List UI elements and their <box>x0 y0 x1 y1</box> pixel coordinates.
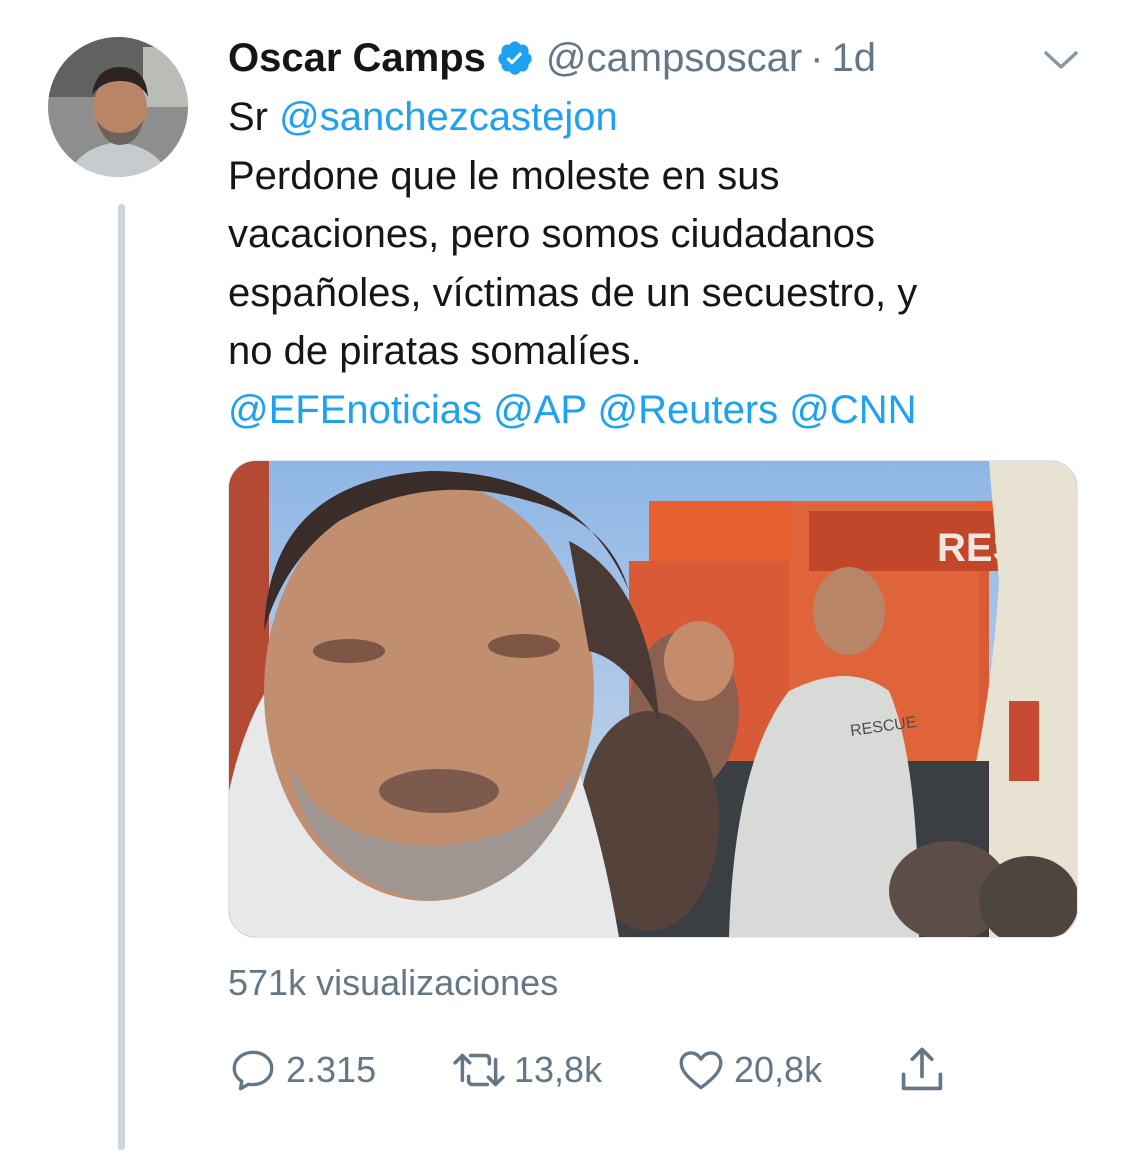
author-name[interactable]: Oscar Camps <box>228 36 486 81</box>
tweet-text-segment: Perdone que le moleste en sus <box>228 153 780 198</box>
avatar-image <box>48 37 188 177</box>
mention-link[interactable]: @sanchezcastejon <box>279 95 618 139</box>
tweet-text-segment: españoles, víctimas de un secuestro, y <box>228 270 918 315</box>
reply-icon <box>232 1050 274 1091</box>
tweet-text-line: no de piratas somalíes. <box>228 322 1088 381</box>
tweet-header: Oscar Camps @campsoscar · 1d <box>228 30 876 86</box>
tweet-text-line: vacaciones, pero somos ciudadanos <box>228 205 1088 264</box>
video-thumbnail: RES RESCUE <box>229 461 1077 937</box>
tweet-text-segment: Sr <box>228 95 280 139</box>
chevron-down-icon[interactable] <box>1040 44 1082 74</box>
like-count: 20,8k <box>734 1049 823 1090</box>
tweet-text-line: @EFEnoticias @AP @Reuters @CNN <box>228 381 1088 440</box>
tweet-actions: 2.315 13,8k 20,8k <box>228 1040 988 1100</box>
like-button[interactable]: 20,8k <box>676 1040 822 1100</box>
tweet-text-segment: vacaciones, pero somos ciudadanos <box>228 212 876 256</box>
reply-button[interactable]: 2.315 <box>228 1040 376 1100</box>
mention-link[interactable]: @EFEnoticias @AP @Reuters @CNN <box>228 388 917 432</box>
share-icon <box>901 1047 943 1091</box>
tweet-video[interactable]: RES RESCUE <box>228 460 1078 938</box>
retweet-button[interactable]: 13,8k <box>452 1040 602 1100</box>
tweet-text: Sr @sanchezcastejon Perdone que le molest… <box>228 88 1088 439</box>
separator-dot: · <box>810 35 824 80</box>
view-count: 571k visualizaciones <box>228 962 559 1003</box>
tweet-timestamp[interactable]: 1d <box>831 36 876 81</box>
heart-icon <box>679 1051 723 1090</box>
verified-badge-icon <box>498 41 532 75</box>
author-handle[interactable]: @campsoscar <box>546 36 802 81</box>
share-button[interactable] <box>896 1040 948 1100</box>
retweet-icon <box>453 1053 505 1087</box>
tweet-text-line: Perdone que le moleste en sus <box>228 147 1088 206</box>
retweet-count: 13,8k <box>514 1049 603 1090</box>
tweet-text-line: Sr @sanchezcastejon <box>228 88 1088 147</box>
tweet-text-line: españoles, víctimas de un secuestro, y <box>228 264 1088 323</box>
tweet-text-segment: no de piratas somalíes. <box>228 329 642 373</box>
reply-count: 2.315 <box>286 1049 377 1090</box>
thread-line <box>118 204 125 1150</box>
author-avatar[interactable] <box>48 37 188 177</box>
